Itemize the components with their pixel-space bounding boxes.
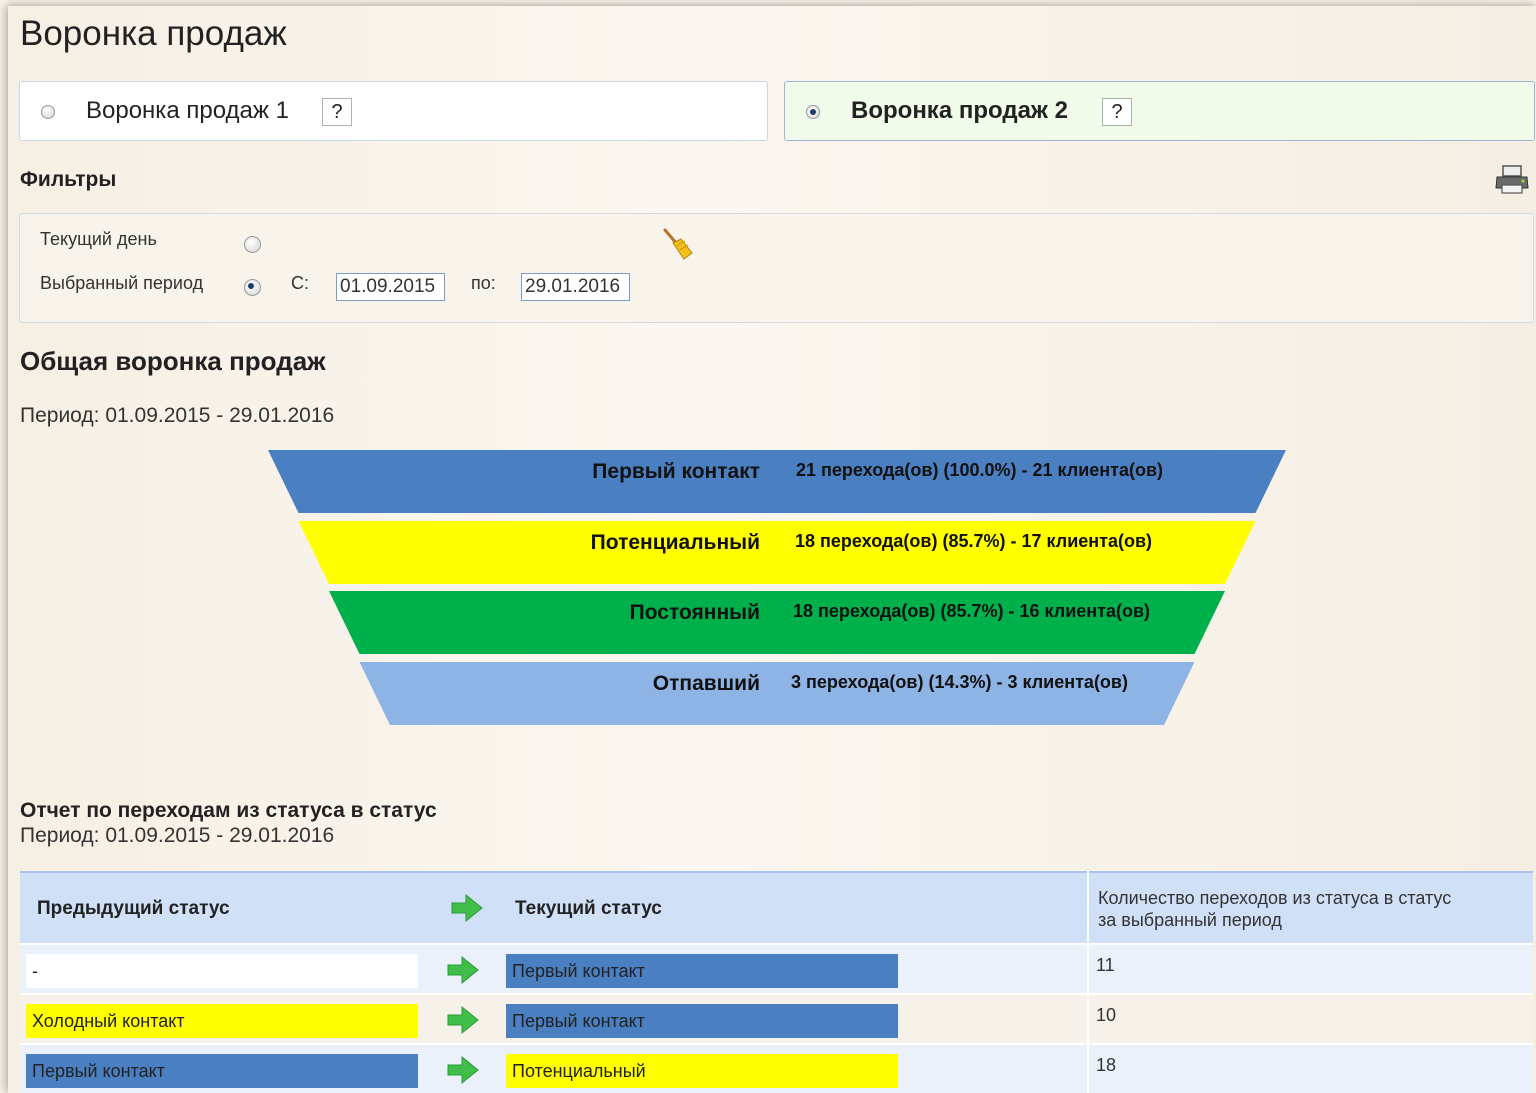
clear-filter-broom-icon[interactable] <box>660 226 696 262</box>
transition-count: 11 <box>1096 955 1115 975</box>
funnel-2-radio[interactable] <box>806 105 820 119</box>
current-status-cell: Потенциальный <box>506 1054 898 1088</box>
funnel-stage-stats: 18 перехода(ов) (85.7%) - 17 клиента(ов) <box>795 530 1153 551</box>
selected-period-label: Выбранный период <box>40 273 204 293</box>
funnel-stage: Первый контакт 21 перехода(ов) (100.0%) … <box>0 450 1536 513</box>
arrow-right-icon <box>446 1055 480 1085</box>
arrow-right-icon <box>446 955 480 985</box>
previous-status-cell: Холодный контакт <box>26 1004 418 1038</box>
filters-heading: Фильтры <box>20 168 117 191</box>
selected-period-radio[interactable] <box>244 279 261 296</box>
page-title: Воронка продаж <box>20 14 287 53</box>
funnel-stage-name: Первый контакт <box>592 460 760 483</box>
tab-funnel-1[interactable]: Воронка продаж 1 ? <box>19 81 768 141</box>
to-label: по: <box>471 273 496 293</box>
header-current-status: Текущий статус <box>515 898 662 919</box>
previous-status-cell: - <box>26 954 418 988</box>
overall-funnel-title: Общая воронка продаж <box>20 346 326 376</box>
funnel-stage-name: Потенциальный <box>590 530 760 554</box>
header-count-line-2: за выбранный период <box>1098 910 1282 930</box>
funnel-stage: Постоянный 18 перехода(ов) (85.7%) - 16 … <box>0 591 1536 654</box>
funnel-stage: Отпавший 3 перехода(ов) (14.3%) - 3 клие… <box>0 661 1536 725</box>
transitions-table: Предыдущий статус Текущий статус Количес… <box>20 871 1533 1093</box>
transition-count: 18 <box>1096 1055 1117 1075</box>
header-previous-status: Предыдущий статус <box>37 898 230 919</box>
table-row: Холодный контакт Первый контакт 10 <box>20 993 1533 1043</box>
from-label: С: <box>291 273 309 293</box>
table-row: - Первый контакт 11 <box>20 943 1533 993</box>
tab-funnel-1-label: Воронка продаж 1 <box>86 97 289 124</box>
current-day-radio[interactable] <box>244 236 261 253</box>
current-status-cell: Первый контакт <box>506 1004 898 1038</box>
tab-funnel-2-label: Воронка продаж 2 <box>851 97 1068 124</box>
header-transition-count: Количество переходов из статуса в статус… <box>1098 887 1451 931</box>
date-to-input[interactable] <box>521 273 630 301</box>
previous-status-cell: Первый контакт <box>26 1054 418 1088</box>
arrow-right-icon <box>446 1005 480 1035</box>
funnel-stage-name: Отпавший <box>652 671 760 695</box>
funnel-stage-stats: 3 перехода(ов) (14.3%) - 3 клиента(ов) <box>791 671 1128 692</box>
funnel-1-help-button[interactable]: ? <box>322 98 352 126</box>
current-day-label: Текущий день <box>40 229 157 249</box>
table-row: Первый контакт Потенциальный 18 <box>20 1043 1533 1093</box>
tab-funnel-2[interactable]: Воронка продаж 2 ? <box>784 81 1535 141</box>
column-divider <box>1087 871 1089 1093</box>
date-from-input[interactable] <box>336 273 445 301</box>
current-status-cell: Первый контакт <box>506 954 898 988</box>
transition-count: 10 <box>1096 1005 1117 1025</box>
funnel-2-help-button[interactable]: ? <box>1102 98 1132 126</box>
report-title: Отчет по переходам из статуса в статус <box>20 799 437 822</box>
funnel-stage-stats: 21 перехода(ов) (100.0%) - 21 клиента(ов… <box>796 460 1164 480</box>
funnel-stage-stats: 18 перехода(ов) (85.7%) - 16 клиента(ов) <box>793 601 1151 621</box>
overall-period: Период: 01.09.2015 - 29.01.2016 <box>20 404 335 427</box>
funnel-stage-name: Постоянный <box>629 601 760 624</box>
funnel-stage: Потенциальный 18 перехода(ов) (85.7%) - … <box>0 520 1536 584</box>
report-period: Период: 01.09.2015 - 29.01.2016 <box>20 824 335 847</box>
header-count-line-1: Количество переходов из статуса в статус <box>1098 888 1452 908</box>
funnel-1-radio[interactable] <box>41 105 55 119</box>
filters-panel: Текущий день Выбранный период С: по: <box>19 213 1534 323</box>
arrow-right-icon <box>450 893 484 923</box>
printer-icon[interactable] <box>1494 164 1530 196</box>
